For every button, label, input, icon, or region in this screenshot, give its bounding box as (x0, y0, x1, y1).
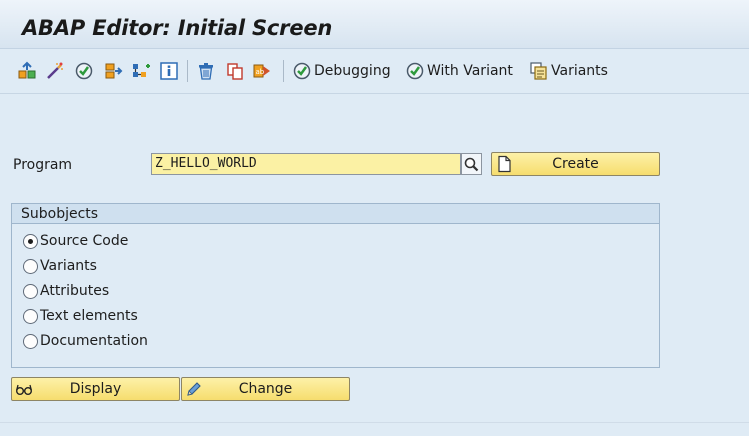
change-button[interactable]: Change (181, 377, 350, 401)
toolbar-separator (283, 60, 284, 82)
debugging-button[interactable]: Debugging (292, 61, 391, 81)
radio-label: Attributes (40, 283, 110, 299)
page-title: ABAP Editor: Initial Screen (22, 16, 333, 40)
debugging-icon (293, 62, 311, 80)
radio-label: Source Code (40, 233, 129, 249)
svg-text:ab: ab (256, 68, 265, 76)
variants-label: Variants (551, 63, 608, 79)
footer-divider (0, 422, 749, 423)
radio-label: Variants (40, 258, 97, 274)
radio-documentation[interactable]: Documentation (23, 330, 148, 352)
radio-source-code[interactable]: Source Code (23, 230, 128, 252)
where-used-icon[interactable] (131, 61, 151, 81)
title-bar: ABAP Editor: Initial Screen (0, 0, 749, 49)
create-button[interactable]: Create (491, 152, 660, 176)
copy-icon[interactable] (225, 61, 245, 81)
radio-attributes[interactable]: Attributes (23, 280, 109, 302)
new-document-icon (495, 155, 513, 173)
subobjects-title: Subobjects (12, 204, 659, 224)
radio-button[interactable] (23, 308, 38, 324)
info-icon[interactable] (159, 61, 179, 81)
variants-icon (530, 62, 547, 80)
with-variant-button[interactable]: With Variant (405, 61, 513, 81)
value-help-button[interactable] (461, 153, 482, 175)
glasses-icon (15, 380, 33, 398)
application-toolbar: ab Debugging With Variant Variants (0, 49, 749, 94)
radio-variants[interactable]: Variants (23, 255, 97, 277)
with-variant-label: With Variant (427, 63, 513, 79)
toolbar-separator (187, 60, 188, 82)
delete-icon[interactable] (196, 61, 216, 81)
radio-button[interactable] (23, 333, 38, 349)
radio-button-selected[interactable] (23, 233, 38, 249)
radio-label: Documentation (40, 333, 148, 349)
program-input[interactable]: Z_HELLO_WORLD (151, 153, 461, 175)
debugging-label: Debugging (314, 63, 391, 79)
radio-button[interactable] (23, 283, 38, 299)
execute-with-variant-icon (406, 62, 424, 80)
program-label: Program (13, 157, 73, 173)
check-icon[interactable] (74, 61, 94, 81)
radio-button[interactable] (23, 258, 38, 274)
change-label: Change (238, 381, 293, 397)
other-object-icon[interactable] (103, 61, 123, 81)
create-label: Create (552, 156, 599, 172)
display-button[interactable]: Display (11, 377, 180, 401)
display-label: Display (69, 381, 122, 397)
radio-text-elements[interactable]: Text elements (23, 305, 138, 327)
variants-button[interactable]: Variants (529, 61, 608, 81)
rename-icon[interactable]: ab (252, 61, 272, 81)
subobjects-group: Subobjects Source Code Variants Attribut… (11, 203, 660, 368)
radio-label: Text elements (40, 308, 138, 324)
pencil-icon (185, 380, 203, 398)
search-icon (464, 157, 479, 172)
object-list-icon[interactable] (17, 61, 37, 81)
magic-wand-icon[interactable] (45, 61, 65, 81)
